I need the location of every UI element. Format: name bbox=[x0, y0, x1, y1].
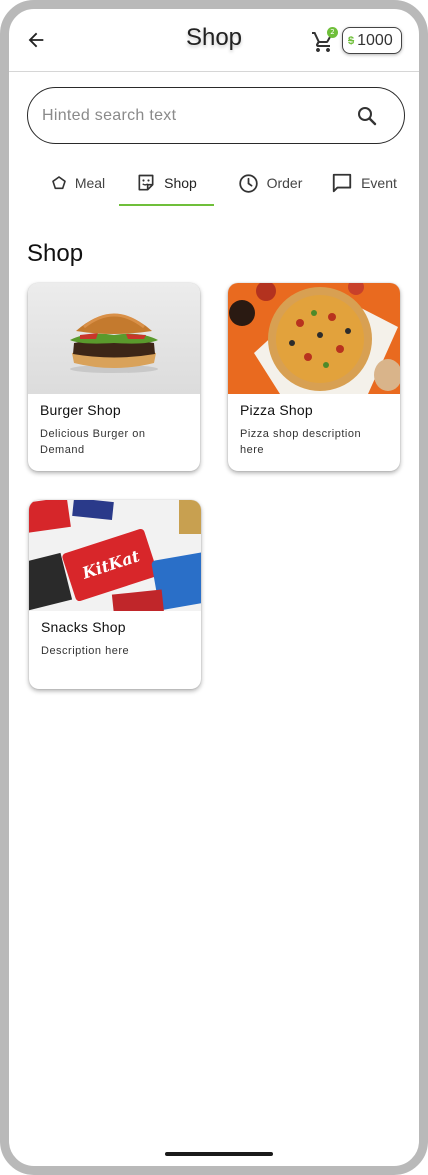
burger-illustration bbox=[70, 313, 158, 373]
shop-name: Snacks Shop bbox=[41, 619, 126, 635]
shop-description: Pizza shop description here bbox=[240, 428, 362, 456]
shop-description: Delicious Burger on Demand bbox=[40, 428, 146, 456]
candy-bars-illustration: KitKat bbox=[29, 500, 201, 611]
app-bar: Shop 2 $ 1000 bbox=[9, 9, 419, 72]
cart-count-badge: 2 bbox=[327, 27, 338, 38]
shop-description: Description here bbox=[41, 645, 130, 657]
tab-meal[interactable]: Meal bbox=[37, 160, 119, 206]
search-button[interactable] bbox=[355, 104, 379, 128]
coin-balance: 1000 bbox=[357, 31, 393, 49]
phone-frame: Shop 2 $ 1000 Meal bbox=[0, 0, 428, 1175]
tab-label: Meal bbox=[74, 175, 106, 191]
coin-icon: $ bbox=[348, 34, 355, 47]
pentagon-icon bbox=[52, 176, 66, 190]
tab-order[interactable]: Order bbox=[221, 160, 319, 206]
storefront-sticker-icon bbox=[138, 174, 154, 191]
search-bar bbox=[27, 87, 405, 144]
category-tabs: Meal Shop Order Event bbox=[9, 160, 419, 206]
shop-name: Pizza Shop bbox=[240, 402, 313, 418]
tab-label: Order bbox=[266, 175, 303, 191]
section-title: Shop bbox=[27, 240, 84, 267]
tab-label: Shop bbox=[164, 175, 197, 191]
shop-card[interactable]: Pizza Shop Pizza shop description here bbox=[228, 283, 400, 471]
tab-shop[interactable]: Shop bbox=[119, 160, 214, 206]
chat-bubble-icon bbox=[332, 173, 352, 193]
pizza-image bbox=[228, 283, 400, 394]
clock-icon bbox=[238, 173, 258, 193]
home-indicator[interactable] bbox=[165, 1152, 273, 1156]
search-icon bbox=[358, 107, 377, 126]
coin-balance-chip[interactable]: $ 1000 bbox=[342, 27, 402, 54]
active-tab-indicator bbox=[119, 204, 214, 206]
shop-card[interactable]: KitKat Snacks Shop Description here bbox=[29, 500, 201, 689]
snacks-image: KitKat bbox=[29, 500, 201, 611]
shop-name: Burger Shop bbox=[40, 402, 121, 418]
tab-label: Event bbox=[361, 175, 397, 191]
tab-event[interactable]: Event bbox=[319, 160, 409, 206]
search-input[interactable] bbox=[42, 98, 342, 133]
shop-card[interactable]: Burger Shop Delicious Burger on Demand bbox=[28, 283, 200, 471]
pizza-illustration bbox=[229, 283, 400, 394]
cart-button[interactable]: 2 bbox=[311, 27, 339, 54]
burger-image bbox=[28, 283, 200, 394]
